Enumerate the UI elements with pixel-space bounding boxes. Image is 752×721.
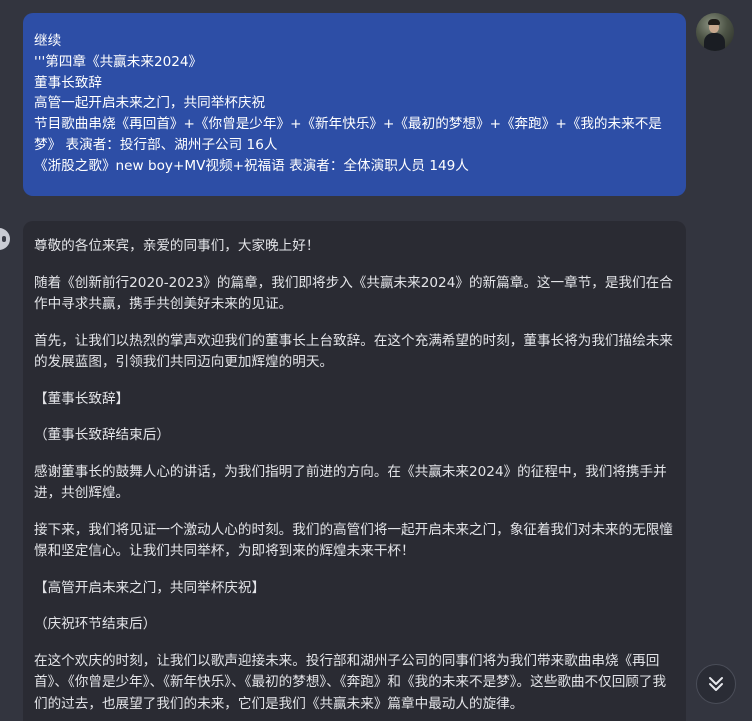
user-message-bubble: 继续 '''第四章《共赢未来2024》 董事长致辞 高管一起开启未来之门，共同举… <box>23 13 686 196</box>
avatar-figure-body <box>704 33 725 51</box>
user-message-line: 继续 <box>34 33 62 49</box>
message-paragraph: （庆祝环节结束后） <box>34 616 157 632</box>
message-paragraph: 接下来，我们将见证一个激动人心的时刻。我们的高管们将一起开启未来之门，象征着我们… <box>34 521 673 560</box>
user-message-line: '''第四章《共赢未来2024》 <box>34 53 203 70</box>
message-paragraph: 【高管开启未来之门，共同举杯庆祝】 <box>34 579 266 596</box>
message-paragraph: 尊敬的各位来宾，亲爱的同事们，大家晚上好！ <box>34 238 320 254</box>
bot-avatar-icon <box>0 228 10 250</box>
scroll-to-bottom-button[interactable] <box>696 664 736 704</box>
avatar-figure-hair <box>708 19 720 25</box>
message-paragraph: 感谢董事长的鼓舞人心的讲话，为我们指明了前进的方向。在《共赢未来2024》的征程… <box>34 463 667 502</box>
message-paragraph: 【董事长致辞】 <box>34 390 130 407</box>
chat-window: 继续 '''第四章《共赢未来2024》 董事长致辞 高管一起开启未来之门，共同举… <box>0 0 752 721</box>
user-avatar[interactable] <box>696 13 734 51</box>
user-message-line: 董事长致辞 <box>34 74 102 91</box>
message-paragraph: 首先，让我们以热烈的掌声欢迎我们的董事长上台致辞。在这个充满希望的时刻，董事长将… <box>34 332 673 371</box>
double-chevron-down-icon <box>709 677 723 691</box>
user-message-line: 节目歌曲串烧《再回首》+《你曾是少年》+《新年快乐》+《最初的梦想》+《奔跑》+… <box>34 116 662 153</box>
message-paragraph: 随着《创新前行2020-2023》的篇章，我们即将步入《共赢未来2024》的新篇… <box>34 274 673 313</box>
message-paragraph: 在这个欢庆的时刻，让我们以歌声迎接未来。投行部和湖州子公司的同事们将为我们带来歌… <box>34 652 667 712</box>
user-message-line: 高管一起开启未来之门，共同举杯庆祝 <box>34 95 266 112</box>
bot-eye-icon <box>2 236 6 242</box>
message-paragraph: （董事长致辞结束后） <box>34 427 170 443</box>
user-message-line: 《浙股之歌》new boy+MV视频+祝福语 表演者：全体演职人员 149人 <box>34 157 469 174</box>
assistant-message-bubble: 尊敬的各位来宾，亲爱的同事们，大家晚上好！ 随着《创新前行2020-2023》的… <box>23 221 686 721</box>
